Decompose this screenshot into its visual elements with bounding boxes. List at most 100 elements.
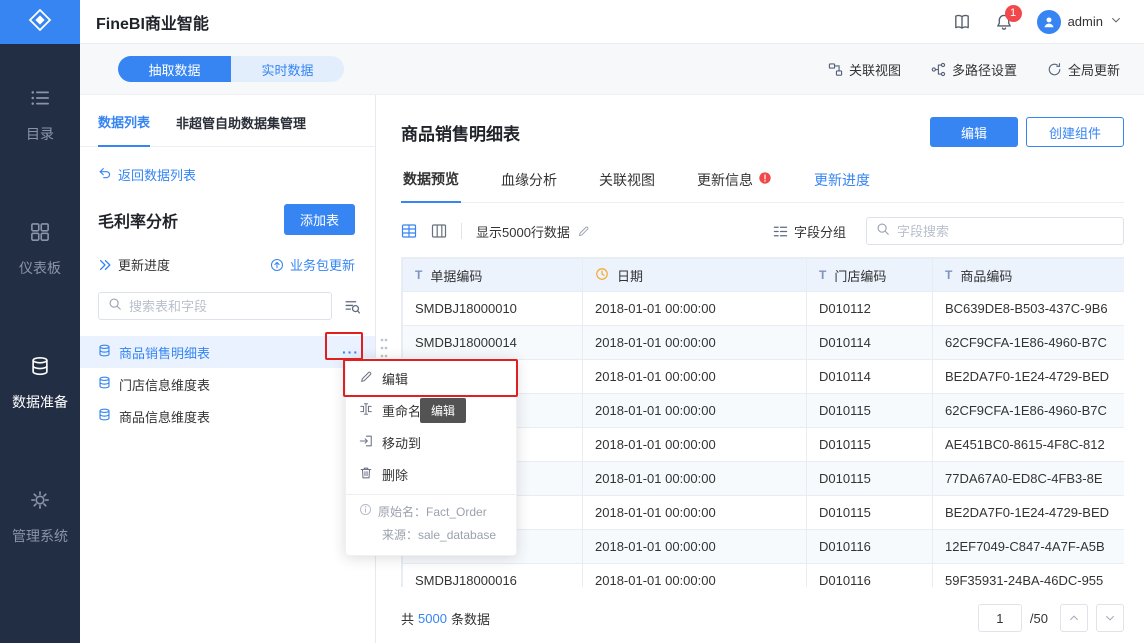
realtime-data-pill[interactable]: 实时数据 — [231, 56, 344, 82]
table-search-input[interactable] — [129, 298, 322, 314]
page-down-button[interactable] — [1096, 604, 1124, 632]
table-row: SMDBJ18000010 2018-01-01 00:00:00 D010112 B… — [402, 291, 1124, 326]
trash-icon — [359, 466, 373, 483]
user-menu[interactable]: admin — [1036, 9, 1122, 34]
menu-item-delete[interactable]: 删除 — [346, 458, 516, 490]
info-icon — [359, 502, 372, 523]
toolbar-divider — [461, 223, 462, 239]
tab-update-progress[interactable]: 更新进度 — [812, 169, 872, 202]
table-cell: 2018-01-01 00:00:00 — [582, 529, 807, 564]
column-header[interactable]: T 单据编码 — [402, 258, 583, 292]
panel-tabs: 数据列表 非超管自助数据集管理 — [80, 95, 375, 147]
header-buttons: 编辑 创建组件 — [930, 117, 1124, 147]
origin-name-label: 原始名：Fact_Order — [378, 505, 487, 519]
menu-divider — [346, 494, 516, 495]
sidebar-item-dashboard[interactable]: 仪表板 — [19, 222, 61, 278]
add-table-button[interactable]: 添加表 — [283, 204, 355, 235]
field-group-button[interactable]: 字段分组 — [773, 222, 846, 241]
table-cell: 2018-01-01 00:00:00 — [582, 495, 807, 530]
tab-dataset-management[interactable]: 非超管自助数据集管理 — [176, 113, 306, 146]
app-title: FineBI商业智能 — [96, 15, 209, 33]
relation-view-link[interactable]: 关联视图 — [828, 60, 901, 79]
table-cell: BC639DE8-B503-437C-9B6 — [932, 291, 1124, 326]
multipath-settings-link[interactable]: 多路径设置 — [931, 60, 1017, 79]
table-cell: 2018-01-01 00:00:00 — [582, 325, 807, 360]
app-logo[interactable] — [0, 0, 80, 44]
table-name-label: 商品信息维度表 — [119, 409, 211, 425]
sidebar-item-data-prep[interactable]: 数据准备 — [12, 356, 68, 412]
chevron-down-icon — [1110, 13, 1122, 31]
help-book-icon[interactable] — [953, 13, 971, 31]
table-cell: 2018-01-01 00:00:00 — [582, 393, 807, 428]
package-header: 毛利率分析 添加表 — [80, 184, 375, 235]
list-icon — [30, 88, 50, 111]
column-header[interactable]: T 商品编码 — [932, 258, 1124, 292]
table-cell: D010116 — [806, 529, 933, 564]
table-cell: D010115 — [806, 393, 933, 428]
table-context-menu: 编辑 重命名 移动到 删除 原始名：Fact_Order 来源：sale_dat… — [345, 358, 517, 556]
table-footer: 共 5000 条数据 /50 — [401, 604, 1124, 632]
table-db-icon — [98, 408, 111, 424]
table-header-row: T 单据编码 日期 T 门店编码 T 商品编码 — [402, 258, 1124, 292]
create-component-button[interactable]: 创建组件 — [1026, 117, 1124, 147]
more-actions-button[interactable]: ··· — [342, 345, 359, 359]
tab-data-list[interactable]: 数据列表 — [98, 112, 151, 147]
table-cell: D010114 — [806, 359, 933, 394]
update-progress-link[interactable]: 更新进度 — [98, 255, 170, 274]
edit-button[interactable]: 编辑 — [930, 117, 1018, 147]
table-cell: 59F35931-24BA-46DC-955 — [932, 563, 1124, 587]
grid-view-icon[interactable] — [401, 223, 417, 239]
filter-search-icon[interactable] — [344, 298, 361, 315]
table-cell: 2018-01-01 00:00:00 — [582, 563, 807, 587]
data-mode-toggle: 抽取数据 实时数据 — [118, 56, 344, 82]
page-number-input[interactable] — [977, 604, 1022, 632]
edit-tooltip: 编辑 — [420, 398, 467, 423]
table-cell: 62CF9CFA-1E86-4960-B7C — [932, 325, 1124, 360]
extract-data-pill[interactable]: 抽取数据 — [118, 56, 231, 82]
topbar-actions: 1 admin — [953, 4, 1122, 34]
notification-bell-icon[interactable]: 1 — [995, 4, 1022, 31]
column-header[interactable]: 日期 — [582, 258, 807, 292]
table-cell: 62CF9CFA-1E86-4960-B7C — [932, 393, 1124, 428]
table-db-icon — [98, 376, 111, 392]
origin-name-row: 原始名：Fact_Order — [346, 501, 516, 524]
list-item-store-dim[interactable]: 门店信息维度表 — [80, 368, 375, 400]
notification-badge: 1 — [1004, 4, 1022, 22]
page-up-button[interactable] — [1060, 604, 1088, 632]
column-view-icon[interactable] — [431, 223, 447, 239]
rename-icon — [359, 402, 373, 419]
tab-lineage-analysis[interactable]: 血缘分析 — [499, 169, 559, 202]
edit-row-limit-icon[interactable] — [577, 225, 590, 238]
total-suffix: 条数据 — [450, 611, 490, 627]
table-cell: 2018-01-01 00:00:00 — [582, 427, 807, 462]
table-list: 商品销售明细表 ··· 门店信息维度表 商品信息维度表 — [80, 336, 375, 432]
table-row: SMDBJ18000014 2018-01-01 00:00:00 D010114 6… — [402, 325, 1124, 360]
list-item-sales-detail[interactable]: 商品销售明细表 ··· — [80, 336, 375, 368]
column-header[interactable]: T 门店编码 — [806, 258, 933, 292]
finebi-diamond-icon — [28, 8, 52, 37]
preview-toolbar: 显示5000行数据 字段分组 — [401, 217, 1124, 245]
menu-item-edit[interactable]: 编辑 — [346, 362, 516, 394]
sidebar-nav: 目录 仪表板 数据准备 管理系统 — [0, 44, 80, 643]
table-cell: SMDBJ18000016 — [402, 563, 583, 587]
tab-update-info[interactable]: 更新信息 — [695, 169, 774, 202]
table-cell: SMDBJ18000014 — [402, 325, 583, 360]
tab-relation-view[interactable]: 关联视图 — [597, 169, 657, 202]
row-limit-label: 显示5000行数据 — [476, 224, 570, 240]
total-count: 5000 — [418, 610, 447, 626]
table-cell: AE451BC0-8615-4F8C-812 — [932, 427, 1124, 462]
sidebar-item-admin[interactable]: 管理系统 — [12, 490, 68, 546]
text-field-icon: T — [415, 268, 423, 282]
menu-item-move-to[interactable]: 移动到 — [346, 426, 516, 458]
package-update-link[interactable]: 业务包更新 — [270, 255, 355, 274]
band-links: 关联视图 多路径设置 全局更新 — [828, 60, 1120, 79]
list-item-product-dim[interactable]: 商品信息维度表 — [80, 400, 375, 432]
back-to-data-list-link[interactable]: 返回数据列表 — [80, 147, 375, 184]
sidebar-item-label: 仪表板 — [19, 260, 61, 276]
field-search-input[interactable] — [897, 223, 1114, 239]
dashboard-icon — [30, 222, 50, 245]
sidebar-item-directory[interactable]: 目录 — [26, 88, 54, 144]
table-cell: D010114 — [806, 325, 933, 360]
global-update-link[interactable]: 全局更新 — [1047, 60, 1120, 79]
tab-data-preview[interactable]: 数据预览 — [401, 169, 461, 203]
